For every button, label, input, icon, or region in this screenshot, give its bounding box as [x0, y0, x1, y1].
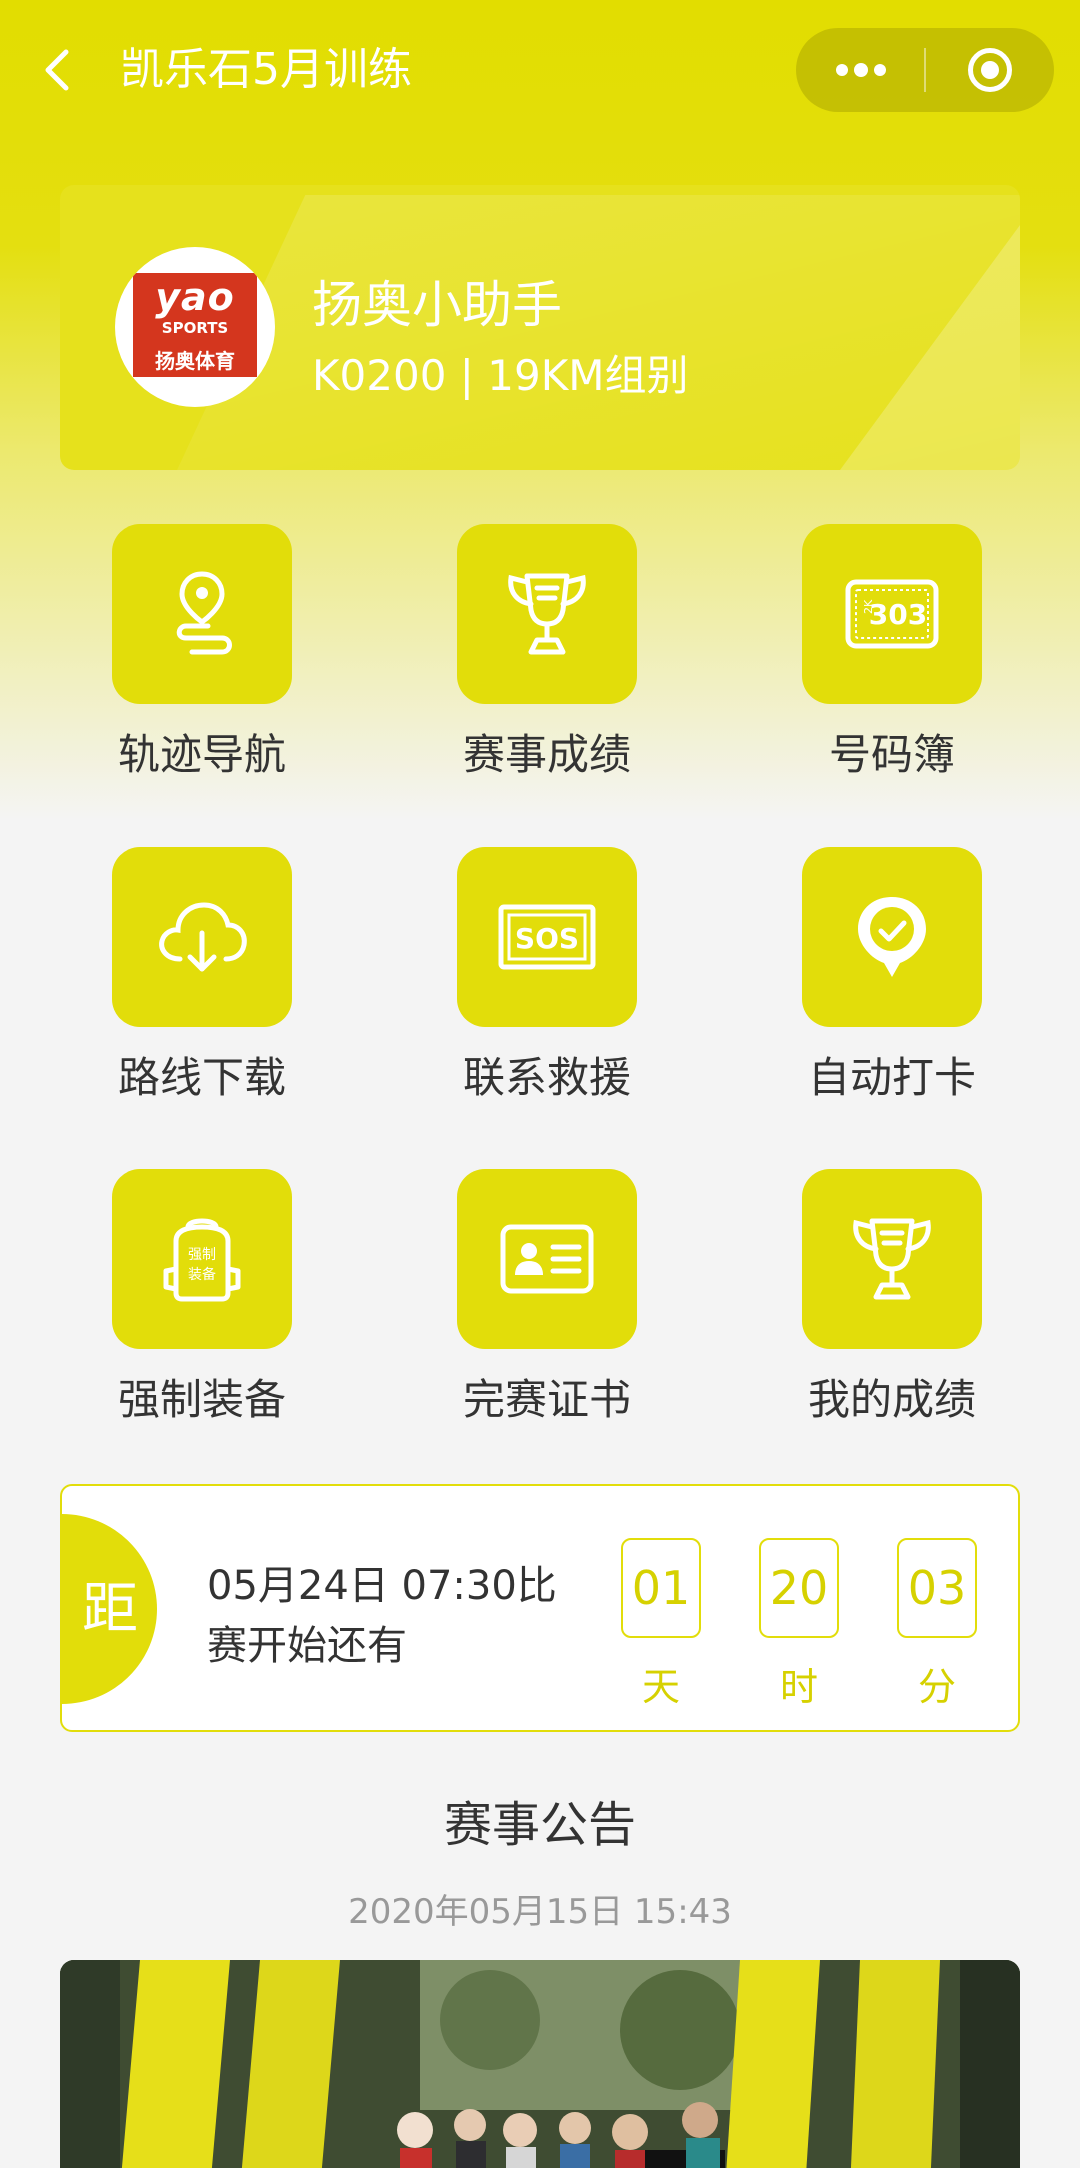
grid-item-track-navigation[interactable]: 轨迹导航 [112, 524, 292, 779]
more-dot-icon [854, 63, 868, 77]
grid-item-finisher-certificate[interactable]: 完赛证书 [457, 1169, 637, 1424]
countdown-description: 05月24日 07:30比 赛开始还有 [207, 1563, 557, 1669]
more-dot-icon [836, 64, 848, 76]
track-navigation-icon [176, 571, 232, 655]
grid-item-contact-rescue[interactable]: SOS 联系救援 [457, 847, 637, 1102]
notice-section-title: 赛事公告 [443, 1797, 636, 1853]
mini-program-capsule [796, 28, 1054, 112]
bib-group-info: K0200 | 19KM组别 [312, 351, 689, 400]
race-start-photo [60, 1960, 1020, 2168]
grid-item-auto-checkin[interactable]: 自动打卡 [802, 847, 982, 1102]
sos-icon: SOS [498, 904, 596, 970]
notice-date: 2020年05月15日 15:43 [348, 1892, 732, 1932]
trophy-icon [853, 1218, 931, 1300]
svg-text:装备: 装备 [188, 1266, 216, 1283]
svg-text:303: 303 [869, 598, 927, 631]
auto-checkin-icon [858, 897, 926, 977]
grid-item-my-results[interactable]: 我的成绩 [802, 1169, 982, 1424]
navbar: 凯乐石5月训练 [0, 0, 1080, 145]
grid-item-bib-number[interactable]: 2K 303 号码簿 [802, 524, 982, 779]
back-button[interactable] [34, 40, 84, 100]
countdown-days: 01 天 [621, 1538, 701, 1709]
close-miniprogram-button[interactable] [926, 28, 1054, 112]
grid-item-race-results[interactable]: 赛事成绩 [457, 524, 637, 779]
avatar: yao SPORTS 扬奥体育 [115, 247, 275, 407]
svg-text:SOS: SOS [515, 922, 579, 955]
assistant-name: 扬奥小助手 [312, 276, 562, 334]
profile-card: yao SPORTS 扬奥体育 扬奥小助手 K0200 | 19KM组别 [60, 185, 1020, 470]
page-title: 凯乐石5月训练 [120, 44, 412, 95]
trophy-icon [508, 573, 586, 655]
more-button[interactable] [796, 28, 924, 112]
certificate-icon [500, 1224, 594, 1294]
cloud-download-icon [159, 902, 247, 972]
backpack-icon: 强制 装备 [163, 1218, 241, 1302]
bib-number-icon: 2K 303 [845, 579, 939, 649]
countdown-minutes: 03 分 [897, 1538, 977, 1709]
countdown-hours: 20 时 [759, 1538, 839, 1709]
race-countdown: 距 05月24日 07:30比 赛开始还有 01 天 20 时 03 分 [60, 1484, 1020, 1732]
grid-item-mandatory-equipment[interactable]: 强制 装备 强制装备 [112, 1169, 292, 1424]
notice-cover-image[interactable] [60, 1960, 1020, 2168]
more-dot-icon [874, 64, 886, 76]
grid-item-route-download[interactable]: 路线下载 [112, 847, 292, 1102]
chevron-left-icon [45, 49, 69, 91]
svg-text:强制: 强制 [188, 1247, 216, 1263]
